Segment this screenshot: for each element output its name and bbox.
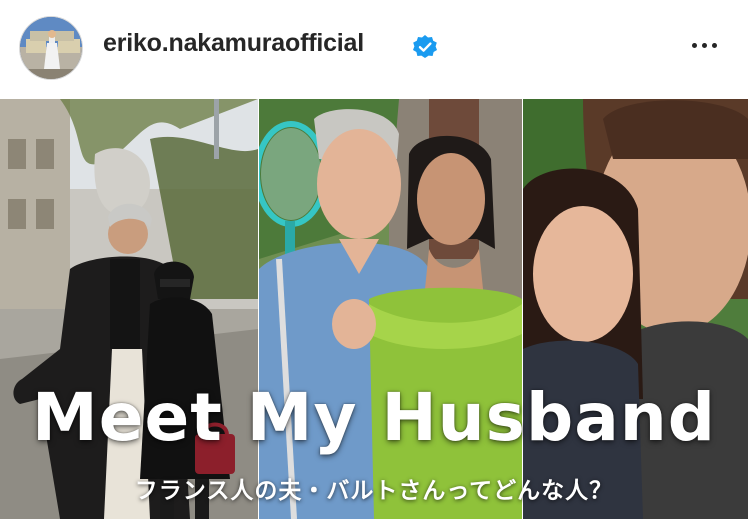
profile-avatar[interactable] xyxy=(19,16,83,80)
post-header: eriko.nakamuraofficial xyxy=(0,0,748,97)
photo-paris-street xyxy=(0,99,258,519)
post-username[interactable]: eriko.nakamuraofficial xyxy=(103,29,364,58)
more-dot xyxy=(701,42,707,48)
avatar-image xyxy=(20,17,82,79)
photo-closeup-couple xyxy=(523,99,748,519)
more-dot xyxy=(691,42,697,48)
verified-badge-icon xyxy=(413,35,437,58)
more-dot xyxy=(711,42,717,48)
thumbnail-title: Meet My Husband xyxy=(32,379,716,456)
more-options-button[interactable] xyxy=(684,30,724,60)
photo-garden-couple xyxy=(259,99,522,519)
post-image[interactable]: Meet My Husband フランス人の夫・バルトさんってどんな人？ xyxy=(0,99,748,519)
thumbnail-subtitle: フランス人の夫・バルトさんってどんな人？ xyxy=(134,478,614,504)
